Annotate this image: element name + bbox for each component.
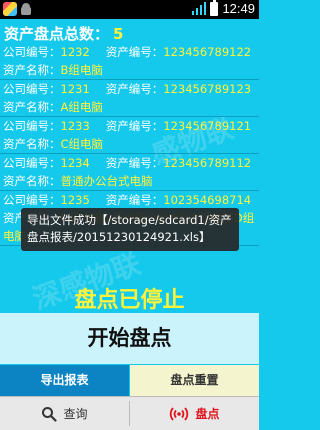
export-report-button[interactable]: 导出报表 [0,365,129,396]
company-no-value: 1235 [60,193,90,207]
clock: 12:49 [222,1,255,16]
inventory-status: 盘点已停止 [74,288,185,313]
company-no-value: 1234 [60,156,90,170]
tab-search-label: 查询 [63,407,88,421]
list-item[interactable]: 公司编号：1232 资产编号：123456789122 资产名称：B组电脑 [0,43,259,80]
battery-icon [210,0,219,16]
asset-name-label: 资产名称： [3,137,61,151]
total-number: 5 [113,25,124,43]
signal-icon [192,2,207,15]
asset-name-label: 资产名称： [3,100,61,114]
list-item[interactable]: 公司编号：1233 资产编号：123456789121 资产名称：C组电脑 [0,117,259,154]
tab-inventory[interactable]: 盘点 [130,397,259,430]
asset-no-value: 123456789122 [163,45,252,59]
asset-no-value: 123456789123 [163,82,252,96]
bottom-tab-bar: 查询 盘点 [0,396,259,430]
asset-name-value: 普通办公台式电脑 [60,174,153,188]
asset-no-label: 资产编号： [105,82,164,96]
search-icon [42,406,58,422]
asset-no-value: 123456789112 [163,156,252,170]
asset-no-label: 资产编号： [105,119,164,133]
status-bar: 12:49 [0,0,259,19]
list-item[interactable]: 公司编号：1234 资产编号：123456789112 资产名称：普通办公台式电脑 [0,154,259,191]
company-no-label: 公司编号： [3,156,61,170]
rfid-signal-icon [170,406,189,421]
start-inventory-button[interactable]: 开始盘点 [0,313,259,364]
asset-name-value: A组电脑 [60,100,103,114]
tab-inventory-label: 盘点 [195,407,220,421]
asset-no-value: 123456789121 [163,119,252,133]
company-no-value: 1233 [60,119,90,133]
company-no-label: 公司编号： [3,82,61,96]
export-success-toast: 导出文件成功【/storage/sdcard1/资产盘点报表/201512301… [21,208,239,251]
asset-no-label: 资产编号： [105,193,164,207]
total-label: 资产盘点总数： [4,25,110,43]
company-no-value: 1231 [60,82,90,96]
company-no-label: 公司编号： [3,45,61,59]
asset-name-value: C组电脑 [60,137,104,151]
reset-inventory-button[interactable]: 盘点重置 [130,365,259,396]
asset-no-label: 资产编号： [105,45,164,59]
android-icon [20,2,32,16]
asset-name-label: 资产名称： [3,174,61,188]
asset-name-label: 资产名称： [3,63,61,77]
asset-no-value: 102354698714 [163,193,252,207]
tab-search[interactable]: 查询 [0,397,129,430]
company-no-label: 公司编号： [3,119,61,133]
app-notification-icon [3,2,17,16]
asset-name-value: B组电脑 [60,63,103,77]
company-no-value: 1232 [60,45,90,59]
company-no-label: 公司编号： [3,193,61,207]
total-count: 资产盘点总数： 5 [4,23,123,44]
asset-no-label: 资产编号： [105,156,164,170]
list-item[interactable]: 公司编号：1231 资产编号：123456789123 资产名称：A组电脑 [0,80,259,117]
